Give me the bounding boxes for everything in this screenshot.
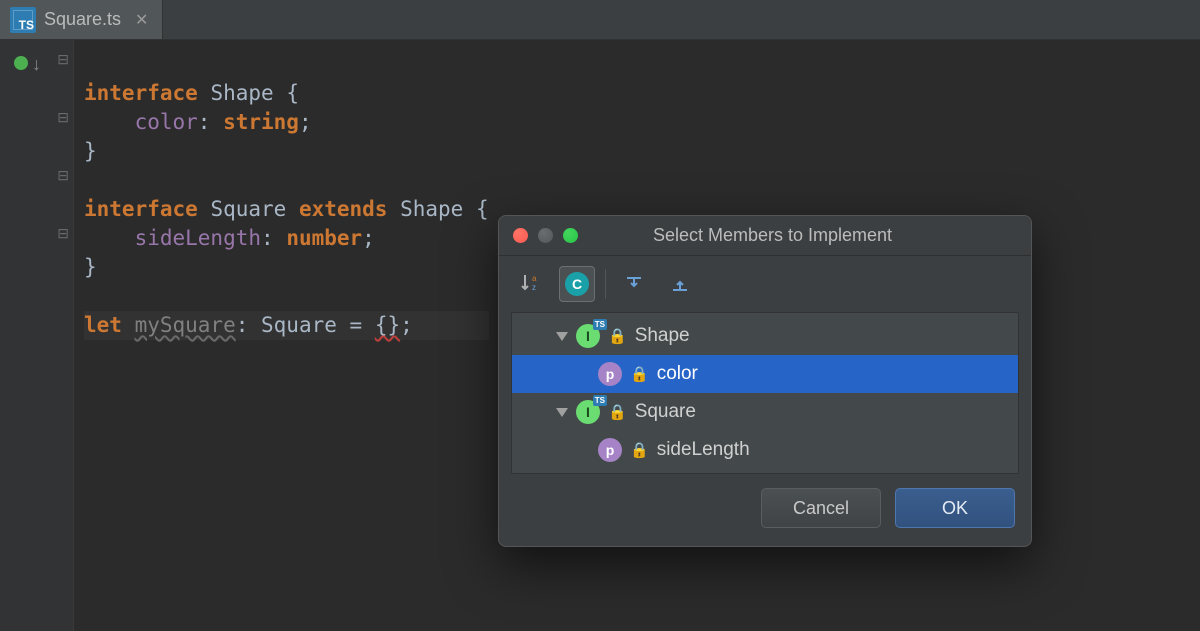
code-token: : — [261, 226, 286, 250]
code-token: interface — [84, 81, 198, 105]
expand-all-button[interactable] — [616, 266, 652, 302]
code-token: { — [286, 81, 299, 105]
code-token: } — [84, 139, 97, 163]
gutter-arrow-icon: ↓ — [32, 54, 41, 75]
fold-close-icon[interactable]: ⊟ — [57, 110, 69, 124]
code-token: interface — [84, 197, 198, 221]
fold-close-icon[interactable]: ⊟ — [57, 226, 69, 240]
code-token: ; — [299, 110, 312, 134]
fold-open-icon[interactable]: ⊟ — [57, 168, 69, 182]
code-token: number — [286, 226, 362, 250]
code-token: color — [135, 110, 198, 134]
lock-icon: 🔒 — [608, 403, 627, 421]
class-icon: C — [565, 272, 589, 296]
code-token: : — [198, 110, 223, 134]
close-icon[interactable]: ✕ — [135, 10, 148, 30]
code-token: mySquare — [135, 313, 236, 337]
file-tab[interactable]: TS Square.ts ✕ — [0, 0, 163, 39]
code-token — [84, 226, 135, 250]
tree-label: Shape — [635, 325, 690, 347]
ok-button[interactable]: OK — [895, 488, 1015, 528]
property-icon: p — [598, 438, 622, 462]
svg-text:z: z — [532, 283, 536, 292]
tree-label: sideLength — [657, 439, 750, 461]
run-gutter-icon[interactable] — [14, 56, 28, 70]
tree-interface-row[interactable]: ITS 🔒 Square — [512, 393, 1018, 431]
chevron-down-icon[interactable] — [556, 408, 568, 417]
code-token — [84, 110, 135, 134]
code-token: sideLength — [135, 226, 261, 250]
interface-icon: ITS — [576, 400, 600, 424]
code-token: : Square = — [236, 313, 375, 337]
collapse-all-button[interactable] — [662, 266, 698, 302]
code-token: } — [84, 255, 97, 279]
code-token: Shape — [387, 197, 476, 221]
sort-alpha-button[interactable]: a z — [513, 266, 549, 302]
editor-gutter: ↓ ⊟ ⊟ ⊟ ⊟ — [0, 40, 74, 631]
code-token: let — [84, 313, 135, 337]
code-token: string — [223, 110, 299, 134]
dialog-title: Select Members to Implement — [588, 225, 957, 246]
lock-icon: 🔒 — [630, 365, 649, 383]
fold-open-icon[interactable]: ⊟ — [57, 52, 69, 66]
code-token: ; — [400, 313, 413, 337]
tree-interface-row[interactable]: ITS 🔒 Shape — [512, 317, 1018, 355]
members-tree: ITS 🔒 Shape p 🔒 color ITS 🔒 Square p 🔒 s… — [511, 312, 1019, 474]
dialog-buttons: Cancel OK — [499, 488, 1031, 546]
dialog-toolbar: a z C — [499, 256, 1031, 312]
typescript-file-icon: TS — [10, 7, 36, 33]
editor-tabbar: TS Square.ts ✕ — [0, 0, 1200, 40]
dialog-titlebar[interactable]: Select Members to Implement — [499, 216, 1031, 256]
tree-property-row[interactable]: p 🔒 color — [512, 355, 1018, 393]
tab-filename: Square.ts — [44, 9, 121, 30]
chevron-down-icon[interactable] — [556, 332, 568, 341]
code-area[interactable]: interface Shape { color: string; } inter… — [74, 40, 489, 631]
toolbar-separator — [605, 269, 606, 299]
tree-property-row[interactable]: p 🔒 sideLength — [512, 431, 1018, 469]
property-icon: p — [598, 362, 622, 386]
interface-icon: ITS — [576, 324, 600, 348]
lock-icon: 🔒 — [630, 441, 649, 459]
window-close-icon[interactable] — [513, 228, 528, 243]
code-token: Shape — [198, 81, 287, 105]
code-token: ; — [362, 226, 375, 250]
cancel-button[interactable]: Cancel — [761, 488, 881, 528]
tree-label: Square — [635, 401, 696, 423]
code-token: extends — [299, 197, 388, 221]
window-minimize-icon[interactable] — [538, 228, 553, 243]
filter-class-button[interactable]: C — [559, 266, 595, 302]
code-token: { — [476, 197, 489, 221]
code-token: {} — [375, 313, 400, 337]
code-token: Square — [198, 197, 299, 221]
implement-members-dialog: Select Members to Implement a z C — [498, 215, 1032, 547]
tree-label: color — [657, 363, 698, 385]
window-zoom-icon[interactable] — [563, 228, 578, 243]
lock-icon: 🔒 — [608, 327, 627, 345]
window-controls — [513, 228, 578, 243]
svg-text:a: a — [532, 274, 537, 283]
